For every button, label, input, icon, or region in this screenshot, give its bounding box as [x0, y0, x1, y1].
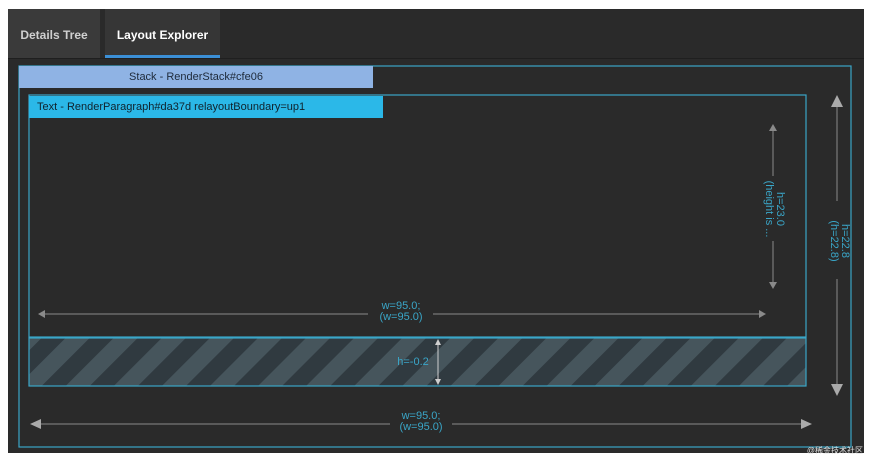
stack-outline[interactable] [18, 65, 852, 448]
outer-height-label: h=22.8 (h=22.8) [826, 206, 851, 276]
tab-bar: Details Tree Layout Explorer [8, 9, 864, 59]
outer-height-arrow-top [831, 95, 843, 107]
outer-height-arrow-bottom [831, 384, 843, 396]
outer-height-value: h=22.8 [839, 224, 851, 258]
layout-diagram [18, 65, 852, 448]
inner-width-label: w=95.0; (w=95.0) [370, 301, 432, 323]
text-node-label[interactable]: Text - RenderParagraph#da37d relayoutBou… [29, 96, 383, 118]
tab-details-tree[interactable]: Details Tree [8, 9, 100, 58]
inner-height-arrow-top [769, 124, 777, 131]
overflow-height-label: h=-0.2 [397, 356, 429, 368]
inner-height-sub: (height is ... [763, 180, 775, 238]
inner-width-arrow-left [38, 310, 45, 318]
inner-width-arrow-right [759, 310, 766, 318]
outer-width-arrow-right [801, 419, 812, 429]
outer-width-label: w=95.0; (w=95.0) [390, 411, 452, 433]
inner-height-value: h=23.0 [774, 192, 786, 226]
tab-layout-explorer[interactable]: Layout Explorer [105, 9, 220, 58]
watermark: @稀金技术社区 [806, 446, 863, 455]
stack-node-label[interactable]: Stack - RenderStack#cfe06 [19, 66, 373, 88]
inner-height-label: h=23.0 (height is ... [761, 177, 786, 241]
inner-width-sub: (w=95.0) [379, 311, 423, 323]
outer-width-arrow-left [30, 419, 41, 429]
inner-height-arrow-bottom [769, 282, 777, 289]
outer-width-sub: (w=95.0) [399, 421, 443, 433]
devtools-window: Details Tree Layout Explorer Stack - Ren… [8, 9, 864, 453]
outer-height-sub: (h=22.8) [828, 220, 840, 262]
layout-explorer-canvas: Stack - RenderStack#cfe06 Text - RenderP… [8, 59, 864, 453]
